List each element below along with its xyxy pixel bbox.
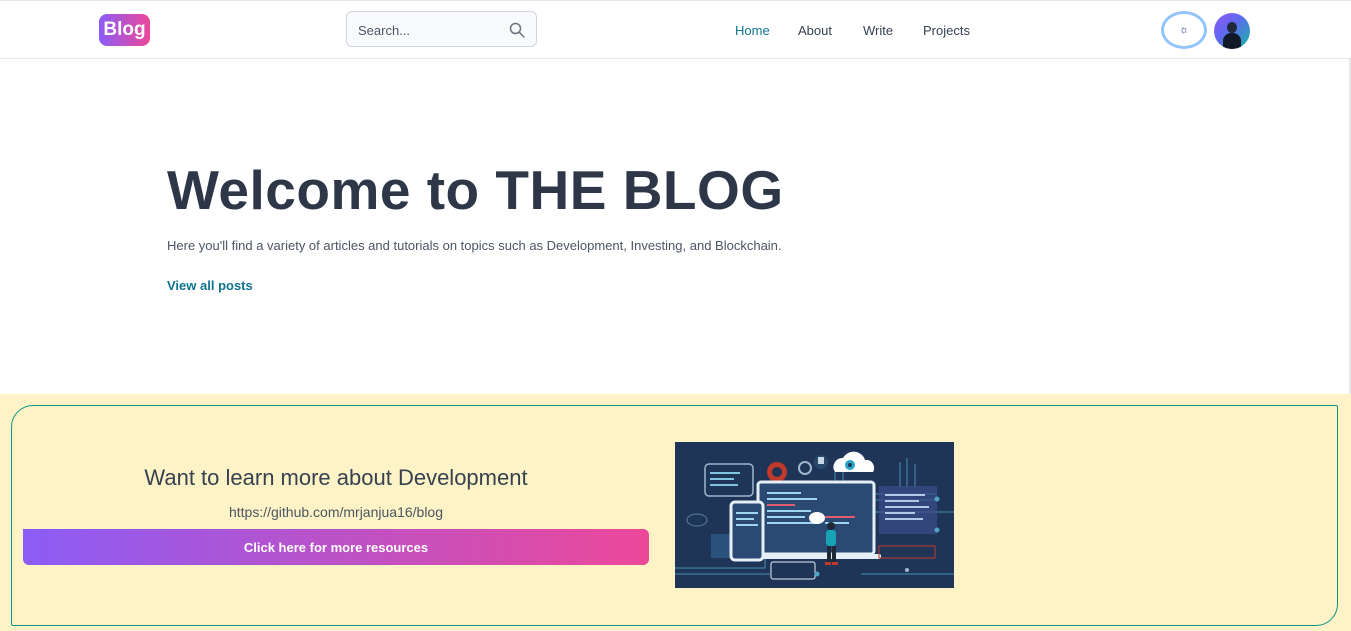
- nav-link-about[interactable]: About: [798, 23, 832, 38]
- hero-title: Welcome to THE BLOG: [167, 159, 784, 221]
- search-input[interactable]: [356, 12, 510, 48]
- user-avatar[interactable]: [1214, 13, 1250, 49]
- hero-subtitle: Here you'll find a variety of articles a…: [167, 238, 782, 253]
- development-illustration: [675, 442, 954, 588]
- banner-url: https://github.com/mrjanjua16/blog: [228, 504, 443, 520]
- resources-button[interactable]: Click here for more resources: [23, 529, 649, 565]
- search-box[interactable]: [346, 11, 537, 48]
- site-header: Blog Home About Write Projects ☼: [0, 1, 1351, 59]
- nav-link-projects[interactable]: Projects: [923, 23, 970, 38]
- nav-link-write[interactable]: Write: [863, 23, 893, 38]
- site-logo[interactable]: Blog: [99, 14, 150, 46]
- theme-toggle-button[interactable]: ☼: [1161, 11, 1207, 49]
- banner-heading: Want to learn more about Development: [144, 465, 528, 490]
- sun-icon: ☼: [1178, 24, 1190, 36]
- nav-link-home[interactable]: Home: [735, 23, 770, 38]
- view-all-posts-link[interactable]: View all posts: [167, 278, 253, 293]
- search-icon[interactable]: [509, 22, 525, 38]
